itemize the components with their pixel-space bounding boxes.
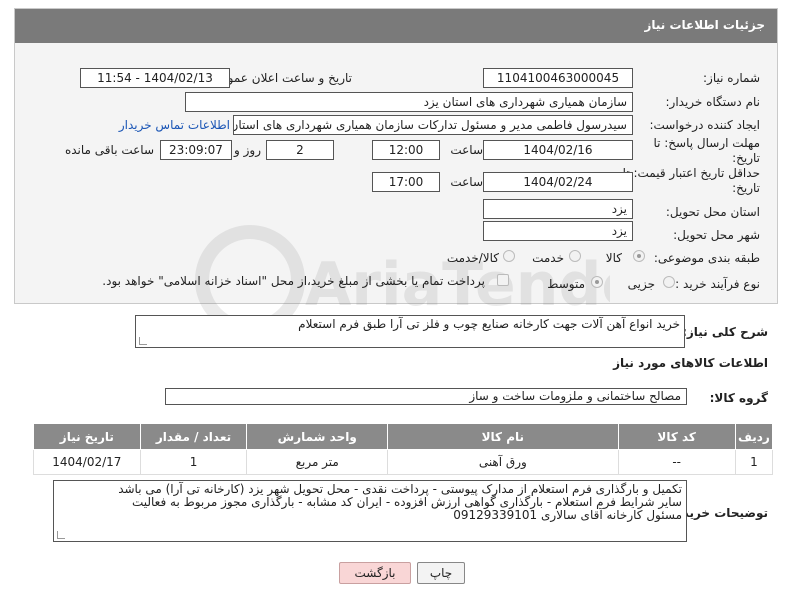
announce-field: 1404/02/13 - 11:54 bbox=[80, 68, 230, 88]
cell-unit: متر مربع bbox=[246, 449, 389, 475]
category-option-both: کالا/خدمت bbox=[446, 251, 499, 265]
deadline-label: مهلت ارسال پاسخ: تا تاریخ: bbox=[653, 136, 760, 165]
panel-header: جزئیات اطلاعات نیاز bbox=[15, 9, 777, 43]
remaining-label: ساعت باقی مانده bbox=[64, 143, 154, 157]
resize-handle-icon[interactable] bbox=[57, 531, 65, 539]
process-radio-medium[interactable] bbox=[591, 276, 603, 288]
creator-label: ایجاد کننده درخواست: bbox=[649, 118, 760, 132]
cell-date: 1404/02/17 bbox=[33, 449, 141, 475]
description-text: خرید انواع آهن آلات جهت کارخانه صنایع چو… bbox=[298, 317, 680, 331]
cell-name: ورق آهنی bbox=[387, 449, 619, 475]
goods-table: ردیف کد کالا نام کالا واحد شمارش تعداد /… bbox=[33, 423, 774, 475]
cell-code: -- bbox=[617, 449, 736, 475]
city-label: شهر محل تحویل: bbox=[673, 228, 760, 242]
col-row: ردیف bbox=[734, 423, 774, 450]
treasury-checkbox[interactable] bbox=[497, 274, 509, 286]
category-option-goods: کالا bbox=[605, 251, 622, 265]
buyer-org-field: سازمان همیاری شهرداری های استان یزد bbox=[185, 92, 633, 112]
back-button[interactable]: بازگشت bbox=[339, 562, 411, 584]
goods-table-header: ردیف کد کالا نام کالا واحد شمارش تعداد /… bbox=[33, 423, 774, 450]
goods-group-label: گروه کالا: bbox=[709, 391, 768, 405]
page-title: جزئیات اطلاعات نیاز bbox=[644, 18, 765, 32]
contact-link[interactable]: اطلاعات تماس خریدار bbox=[119, 118, 230, 132]
need-number-label: شماره نیاز: bbox=[703, 71, 760, 85]
category-radio-service[interactable] bbox=[569, 250, 581, 262]
category-radio-both[interactable] bbox=[503, 250, 515, 262]
description-label: شرح کلی نیاز: bbox=[682, 325, 768, 339]
deadline-time-label: ساعت bbox=[450, 143, 483, 157]
province-label: استان محل تحویل: bbox=[665, 205, 760, 219]
cell-row: 1 bbox=[734, 449, 774, 475]
days-field: 2 bbox=[266, 140, 334, 160]
goods-group-field: مصالح ساختمانی و ملزومات ساخت و ساز bbox=[165, 388, 687, 405]
print-button[interactable]: چاپ bbox=[417, 562, 465, 584]
validity-date-field: 1404/02/24 bbox=[483, 172, 633, 192]
validity-time-field: 17:00 bbox=[372, 172, 440, 192]
need-number-field: 1104100463000045 bbox=[483, 68, 633, 88]
category-radio-goods[interactable] bbox=[633, 250, 645, 262]
buyer-org-label: نام دستگاه خریدار: bbox=[665, 95, 761, 109]
col-unit: واحد شمارش bbox=[246, 423, 389, 450]
days-label: روز و bbox=[234, 143, 261, 157]
col-name: نام کالا bbox=[387, 423, 619, 450]
city-field: یزد bbox=[483, 221, 633, 241]
validity-time-label: ساعت bbox=[450, 175, 483, 189]
province-field: یزد bbox=[483, 199, 633, 219]
col-code: کد کالا bbox=[617, 423, 736, 450]
process-option-minor: جزیی bbox=[627, 277, 655, 291]
validity-label: حداقل تاریخ اعتبار قیمت: تا تاریخ: bbox=[622, 166, 760, 195]
resize-handle-icon[interactable] bbox=[139, 337, 147, 345]
table-row: 1 -- ورق آهنی متر مربع 1 1404/02/17 bbox=[33, 449, 774, 475]
deadline-time-field: 12:00 bbox=[372, 140, 440, 160]
goods-section-title: اطلاعات کالاهای مورد نیاز bbox=[613, 356, 768, 370]
col-qty: تعداد / مقدار bbox=[139, 423, 248, 450]
process-option-medium: متوسط bbox=[547, 277, 585, 291]
process-label: نوع فرآیند خرید : bbox=[675, 277, 760, 291]
category-label: طبقه بندی موضوعی: bbox=[653, 251, 760, 265]
buyer-notes-textarea: تکمیل و بارگذاری فرم استعلام از مدارک پی… bbox=[53, 480, 687, 542]
remaining-time-field: 23:09:07 bbox=[160, 140, 232, 160]
process-note: پرداخت تمام یا بخشی از مبلغ خرید،از محل … bbox=[102, 274, 485, 288]
buyer-notes-line: مسئول کارخانه آقای سالاری 09129339101 bbox=[453, 508, 682, 522]
cell-qty: 1 bbox=[139, 449, 248, 475]
category-option-service: خدمت bbox=[532, 251, 564, 265]
deadline-date-field: 1404/02/16 bbox=[483, 140, 633, 160]
creator-field: سیدرسول فاطمی مدیر و مسئول تدارکات سازما… bbox=[233, 115, 633, 135]
description-textarea: خرید انواع آهن آلات جهت کارخانه صنایع چو… bbox=[135, 315, 685, 348]
col-date: تاریخ نیاز bbox=[33, 423, 141, 450]
process-radio-minor[interactable] bbox=[663, 276, 675, 288]
